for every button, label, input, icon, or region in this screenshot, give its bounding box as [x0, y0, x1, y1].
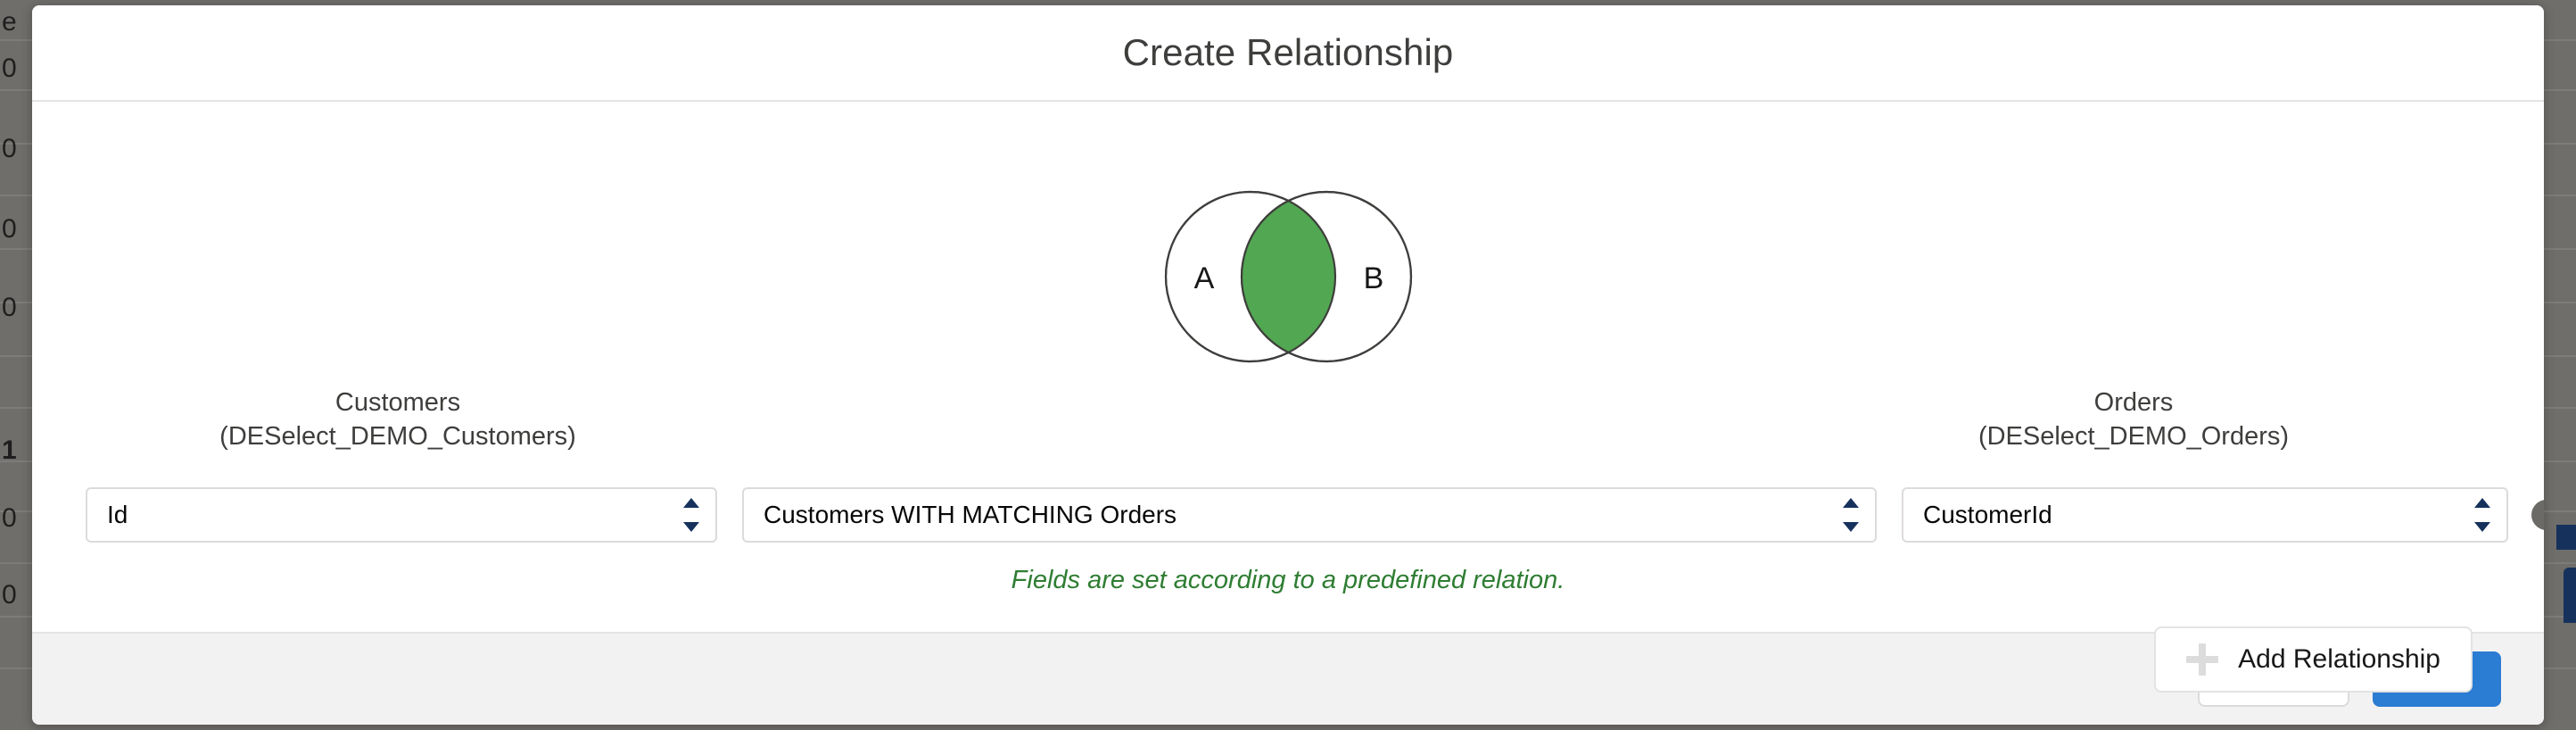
background-glyph: 0: [2, 293, 17, 322]
venn-diagram-wrapper: A B: [32, 187, 2544, 375]
chevron-updown-icon[interactable]: [683, 498, 699, 532]
predefined-relation-hint: Fields are set according to a predefined…: [1011, 566, 1565, 594]
svg-text:A: A: [1193, 261, 1214, 295]
add-relationship-row: Add Relationship: [2154, 626, 2473, 693]
left-field-select[interactable]: Id: [86, 487, 717, 543]
chevron-updown-icon[interactable]: [1843, 498, 1859, 532]
left-entity-name: Customers: [334, 388, 461, 417]
info-icon[interactable]: i: [2531, 500, 2544, 530]
background-glyph: e: [2, 7, 17, 37]
left-entity-label: Customers (DESelect_DEMO_Customers): [86, 386, 710, 454]
venn-diagram[interactable]: A B: [1161, 187, 1416, 375]
add-relationship-button[interactable]: Add Relationship: [2154, 626, 2473, 693]
join-type-select[interactable]: Customers WITH MATCHING Orders: [742, 487, 1877, 543]
background-accent-chip: [2556, 525, 2576, 550]
right-field-value: CustomerId: [1923, 501, 2052, 528]
entity-labels-row: Customers (DESelect_DEMO_Customers) Orde…: [32, 386, 2544, 454]
modal-header: Create Relationship: [32, 5, 2544, 102]
venn-svg: A B: [1164, 190, 1412, 363]
right-entity-source: (DESelect_DEMO_Orders): [1977, 422, 2290, 452]
right-entity-name: Orders: [2093, 388, 2174, 417]
background-glyph: 0: [2, 503, 17, 533]
left-field-value: Id: [107, 501, 128, 528]
background-glyph: 0: [2, 214, 17, 244]
relationship-controls-row: Id Customers WITH MATCHING Orders Custom…: [32, 487, 2544, 543]
plus-icon: [2186, 643, 2219, 676]
chevron-updown-icon[interactable]: [2474, 498, 2490, 532]
svg-text:B: B: [1363, 261, 1383, 295]
background-right-column: [2540, 0, 2576, 730]
join-type-value: Customers WITH MATCHING Orders: [764, 501, 1177, 528]
background-glyph: 0: [2, 134, 17, 163]
page-title: Create Relationship: [1122, 31, 1454, 73]
background-accent-chip: [2564, 568, 2576, 623]
background-glyph: 1: [2, 436, 17, 465]
background-left-column: e 0 0 0 0 1 0 0: [0, 0, 32, 730]
left-entity-source: (DESelect_DEMO_Customers): [219, 422, 576, 452]
right-entity-label: Orders (DESelect_DEMO_Orders): [1821, 386, 2446, 454]
background-glyph: 0: [2, 54, 17, 83]
background-glyph: 0: [2, 580, 17, 610]
right-field-select[interactable]: CustomerId: [1902, 487, 2508, 543]
modal-body: A B Customers (DESelect_DEMO_Customers) …: [32, 102, 2544, 693]
create-relationship-modal: Create Relationship A B Customers (DESel…: [32, 5, 2544, 725]
add-relationship-label: Add Relationship: [2238, 644, 2440, 674]
